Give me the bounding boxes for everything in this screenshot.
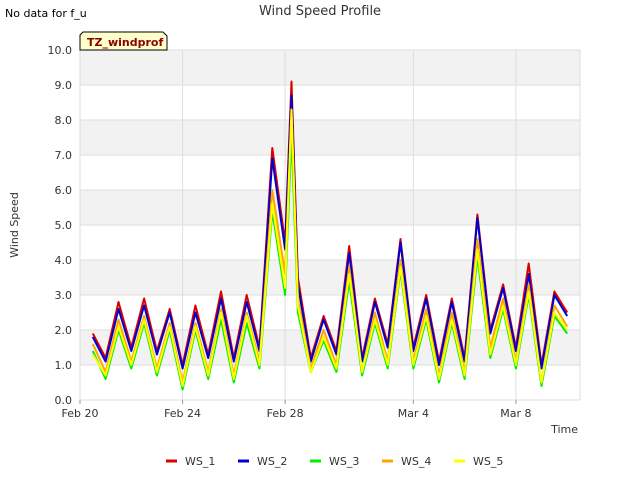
legend: WS_1 WS_2 WS_3 WS_4 WS_5 — [166, 455, 503, 468]
background-band — [80, 190, 580, 225]
legend-label: WS_4 — [401, 455, 431, 468]
background-band — [80, 50, 580, 85]
x-axis-label: Time — [550, 423, 578, 436]
background-band — [80, 120, 580, 155]
x-tick-label: Mar 4 — [398, 407, 429, 420]
y-tick-label: 5.0 — [55, 219, 73, 232]
chart-title: Wind Speed Profile — [259, 4, 381, 19]
legend-label: WS_5 — [473, 455, 503, 468]
y-tick-label: 9.0 — [55, 79, 73, 92]
x-tick-label: Mar 8 — [500, 407, 531, 420]
y-tick-label: 6.0 — [55, 184, 73, 197]
x-tick-label: Feb 20 — [62, 407, 99, 420]
wind-speed-chart: No data for f_u Wind Speed Profile 0.0 1.… — [5, 4, 581, 468]
y-tick-label: 2.0 — [55, 324, 73, 337]
no-data-note: No data for f_u — [5, 7, 87, 20]
y-tick-label: 4.0 — [55, 254, 73, 267]
y-axis-label: Wind Speed — [8, 192, 21, 258]
y-axis-ticks: 0.0 1.0 2.0 3.0 4.0 5.0 6.0 7.0 8.0 9.0 10.0 — [48, 44, 73, 407]
background-band — [80, 85, 580, 120]
legend-label: WS_1 — [185, 455, 215, 468]
y-tick-label: 10.0 — [48, 44, 73, 57]
y-tick-label: 0.0 — [55, 394, 73, 407]
x-tick-label: Feb 28 — [267, 407, 304, 420]
y-tick-label: 1.0 — [55, 359, 73, 372]
background-band — [80, 225, 580, 260]
y-tick-label: 8.0 — [55, 114, 73, 127]
legend-label: WS_2 — [257, 455, 287, 468]
x-axis-ticks: Feb 20 Feb 24 Feb 28 Mar 4 Mar 8 — [62, 400, 532, 420]
site-label-box: TZ_windprof — [79, 31, 168, 51]
y-tick-label: 3.0 — [55, 289, 73, 302]
site-label: TZ_windprof — [87, 36, 163, 49]
legend-label: WS_3 — [329, 455, 359, 468]
x-tick-label: Feb 24 — [164, 407, 201, 420]
background-band — [80, 155, 580, 190]
y-tick-label: 7.0 — [55, 149, 73, 162]
